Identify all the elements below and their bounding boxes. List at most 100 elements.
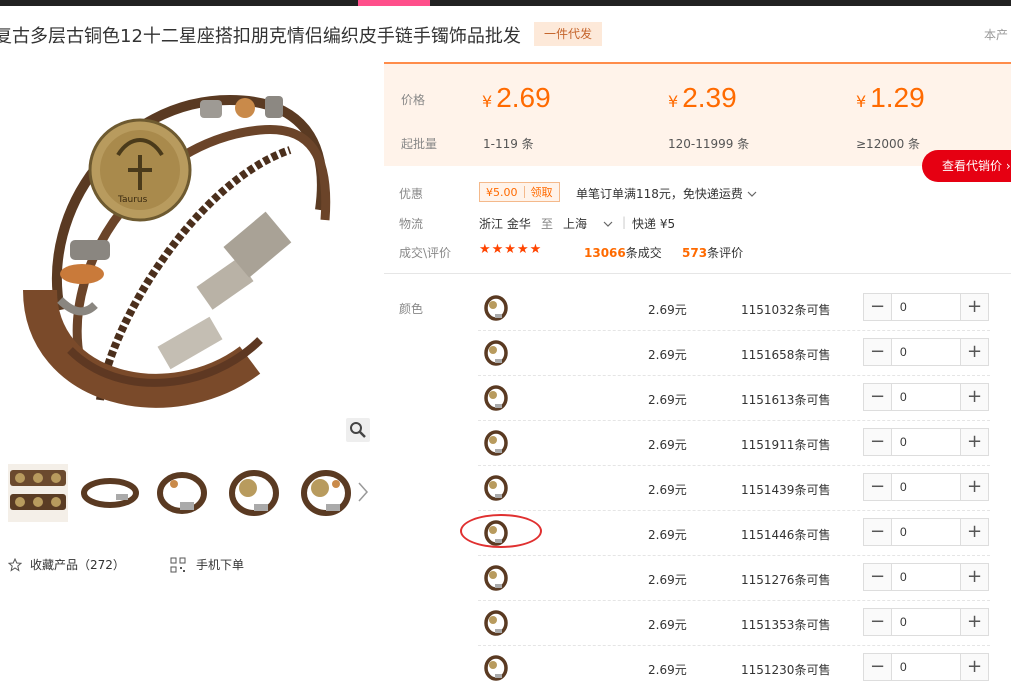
increment-button[interactable]: + [961,654,988,680]
sku-thumbnail[interactable] [482,609,510,637]
deals-unit: 条成交 [625,246,662,260]
quantity-input[interactable] [891,609,961,635]
quantity-input[interactable] [891,519,961,545]
sku-thumbnail[interactable] [482,474,510,502]
ship-to-select[interactable]: 上海 [563,215,613,232]
increment-button[interactable]: + [961,384,988,410]
reviews-count[interactable]: 573条评价 [682,244,743,261]
thumbnail-3[interactable] [152,464,212,522]
thumbnail-5[interactable] [296,464,356,522]
sku-stock: 1151658条可售 [741,348,831,362]
decrement-button[interactable]: − [864,654,891,680]
currency-symbol: ¥ [856,92,867,111]
currency-symbol: ¥ [668,92,679,111]
quantity-input[interactable] [891,474,961,500]
decrement-button[interactable]: − [864,564,891,590]
quantity-input[interactable] [891,339,961,365]
sku-stock: 1151032条可售 [741,303,831,317]
ship-to-value: 上海 [563,217,588,231]
chevron-right-icon[interactable] [356,481,370,503]
decrement-button[interactable]: − [864,474,891,500]
sku-row: 2.69元1151911条可售−+ [478,421,990,466]
tier-price-value: 2.39 [682,82,737,113]
decrement-button[interactable]: − [864,429,891,455]
sku-price: 2.69元 [648,663,687,677]
decrement-button[interactable]: − [864,339,891,365]
sku-row: 2.69元1151276条可售−+ [478,556,990,601]
sku-thumbnail[interactable] [482,294,510,322]
mobile-order[interactable]: 手机下单 [170,556,244,573]
coupon-tag[interactable]: ¥5.00 领取 [479,182,560,202]
deals-number: 13066 [584,246,626,260]
thumbnail-4[interactable] [224,464,284,522]
thumbnail-strip [8,464,378,524]
view-agent-price-button[interactable]: 查看代销价 › [922,150,1011,182]
dropship-badge[interactable]: 一件代发 [534,22,602,46]
quantity-input[interactable] [891,654,961,680]
sku-stock: 1151911条可售 [741,438,831,452]
tier-price-value: 2.69 [496,82,551,113]
logistics-separator: | [622,215,627,229]
sku-thumbnail[interactable] [482,564,510,592]
sku-stock: 1151613条可售 [741,393,831,407]
sku-row: 2.69元1151032条可售−+ [478,286,990,331]
decrement-button[interactable]: − [864,384,891,410]
quantity-stepper: −+ [863,473,989,501]
increment-button[interactable]: + [961,609,988,635]
coupon-claim[interactable]: 领取 [525,184,559,200]
sku-stock: 1151446条可售 [741,528,831,542]
zoom-button[interactable] [346,418,370,442]
increment-button[interactable]: + [961,474,988,500]
sku-row: 2.69元1151439条可售−+ [478,466,990,511]
sku-thumbnail[interactable] [482,384,510,412]
increment-button[interactable]: + [961,519,988,545]
mobile-order-label: 手机下单 [196,558,245,572]
tier-price-3: ¥1.29 [856,82,925,114]
logistics-label: 物流 [399,217,424,231]
quantity-stepper: −+ [863,428,989,456]
sku-row: 2.69元 1151230条可售 − + [478,646,990,681]
quantity-stepper: −+ [863,383,989,411]
thumbnail-1[interactable] [8,464,68,522]
sku-price: 2.69元 [648,303,687,317]
reviews-number: 573 [682,246,708,260]
tier-range-1: 1-119 条 [483,137,534,151]
currency-symbol: ¥ [482,92,493,111]
sku-thumbnail[interactable] [482,429,510,457]
top-bar [0,0,1011,6]
main-product-image[interactable]: Taurus [0,60,370,445]
increment-button[interactable]: + [961,429,988,455]
increment-button[interactable]: + [961,339,988,365]
promo-description: 单笔订单满118元，免快递运费 [576,187,743,201]
quantity-stepper: −+ [863,293,989,321]
promo-text[interactable]: 单笔订单满118元，免快递运费 [576,185,757,202]
deals-count[interactable]: 13066条成交 [584,244,662,261]
magnifier-icon [350,422,366,438]
product-title: 复古多层古铜色12十二星座搭扣朋克情侣编织皮手链手镯饰品批发 [0,26,521,47]
sku-thumbnail[interactable] [482,654,510,681]
quantity-input[interactable] [891,564,961,590]
chevron-down-icon [603,221,613,227]
moq-label: 起批量 [401,137,438,151]
quantity-input[interactable] [891,429,961,455]
star-outline-icon [8,557,22,572]
decrement-button[interactable]: − [864,609,891,635]
sku-stock: 1151276条可售 [741,573,831,587]
increment-button[interactable]: + [961,564,988,590]
thumbnail-2[interactable] [80,464,140,522]
reviews-unit: 条评价 [707,246,744,260]
sku-price: 2.69元 [648,438,687,452]
ship-to-word: 至 [541,217,554,231]
sku-stock: 1151230条可售 [741,663,831,677]
sku-thumbnail[interactable] [482,339,510,367]
quantity-input[interactable] [891,384,961,410]
decrement-button[interactable]: − [864,294,891,320]
increment-button[interactable]: + [961,294,988,320]
qr-code-icon [170,557,186,572]
quantity-stepper: −+ [863,608,989,636]
tier-price-2: ¥2.39 [668,82,737,114]
favorite-product[interactable]: 收藏产品（272） [8,556,125,573]
decrement-button[interactable]: − [864,519,891,545]
quantity-input[interactable] [891,294,961,320]
shipping-fee: 快递 ¥5 [632,217,676,231]
